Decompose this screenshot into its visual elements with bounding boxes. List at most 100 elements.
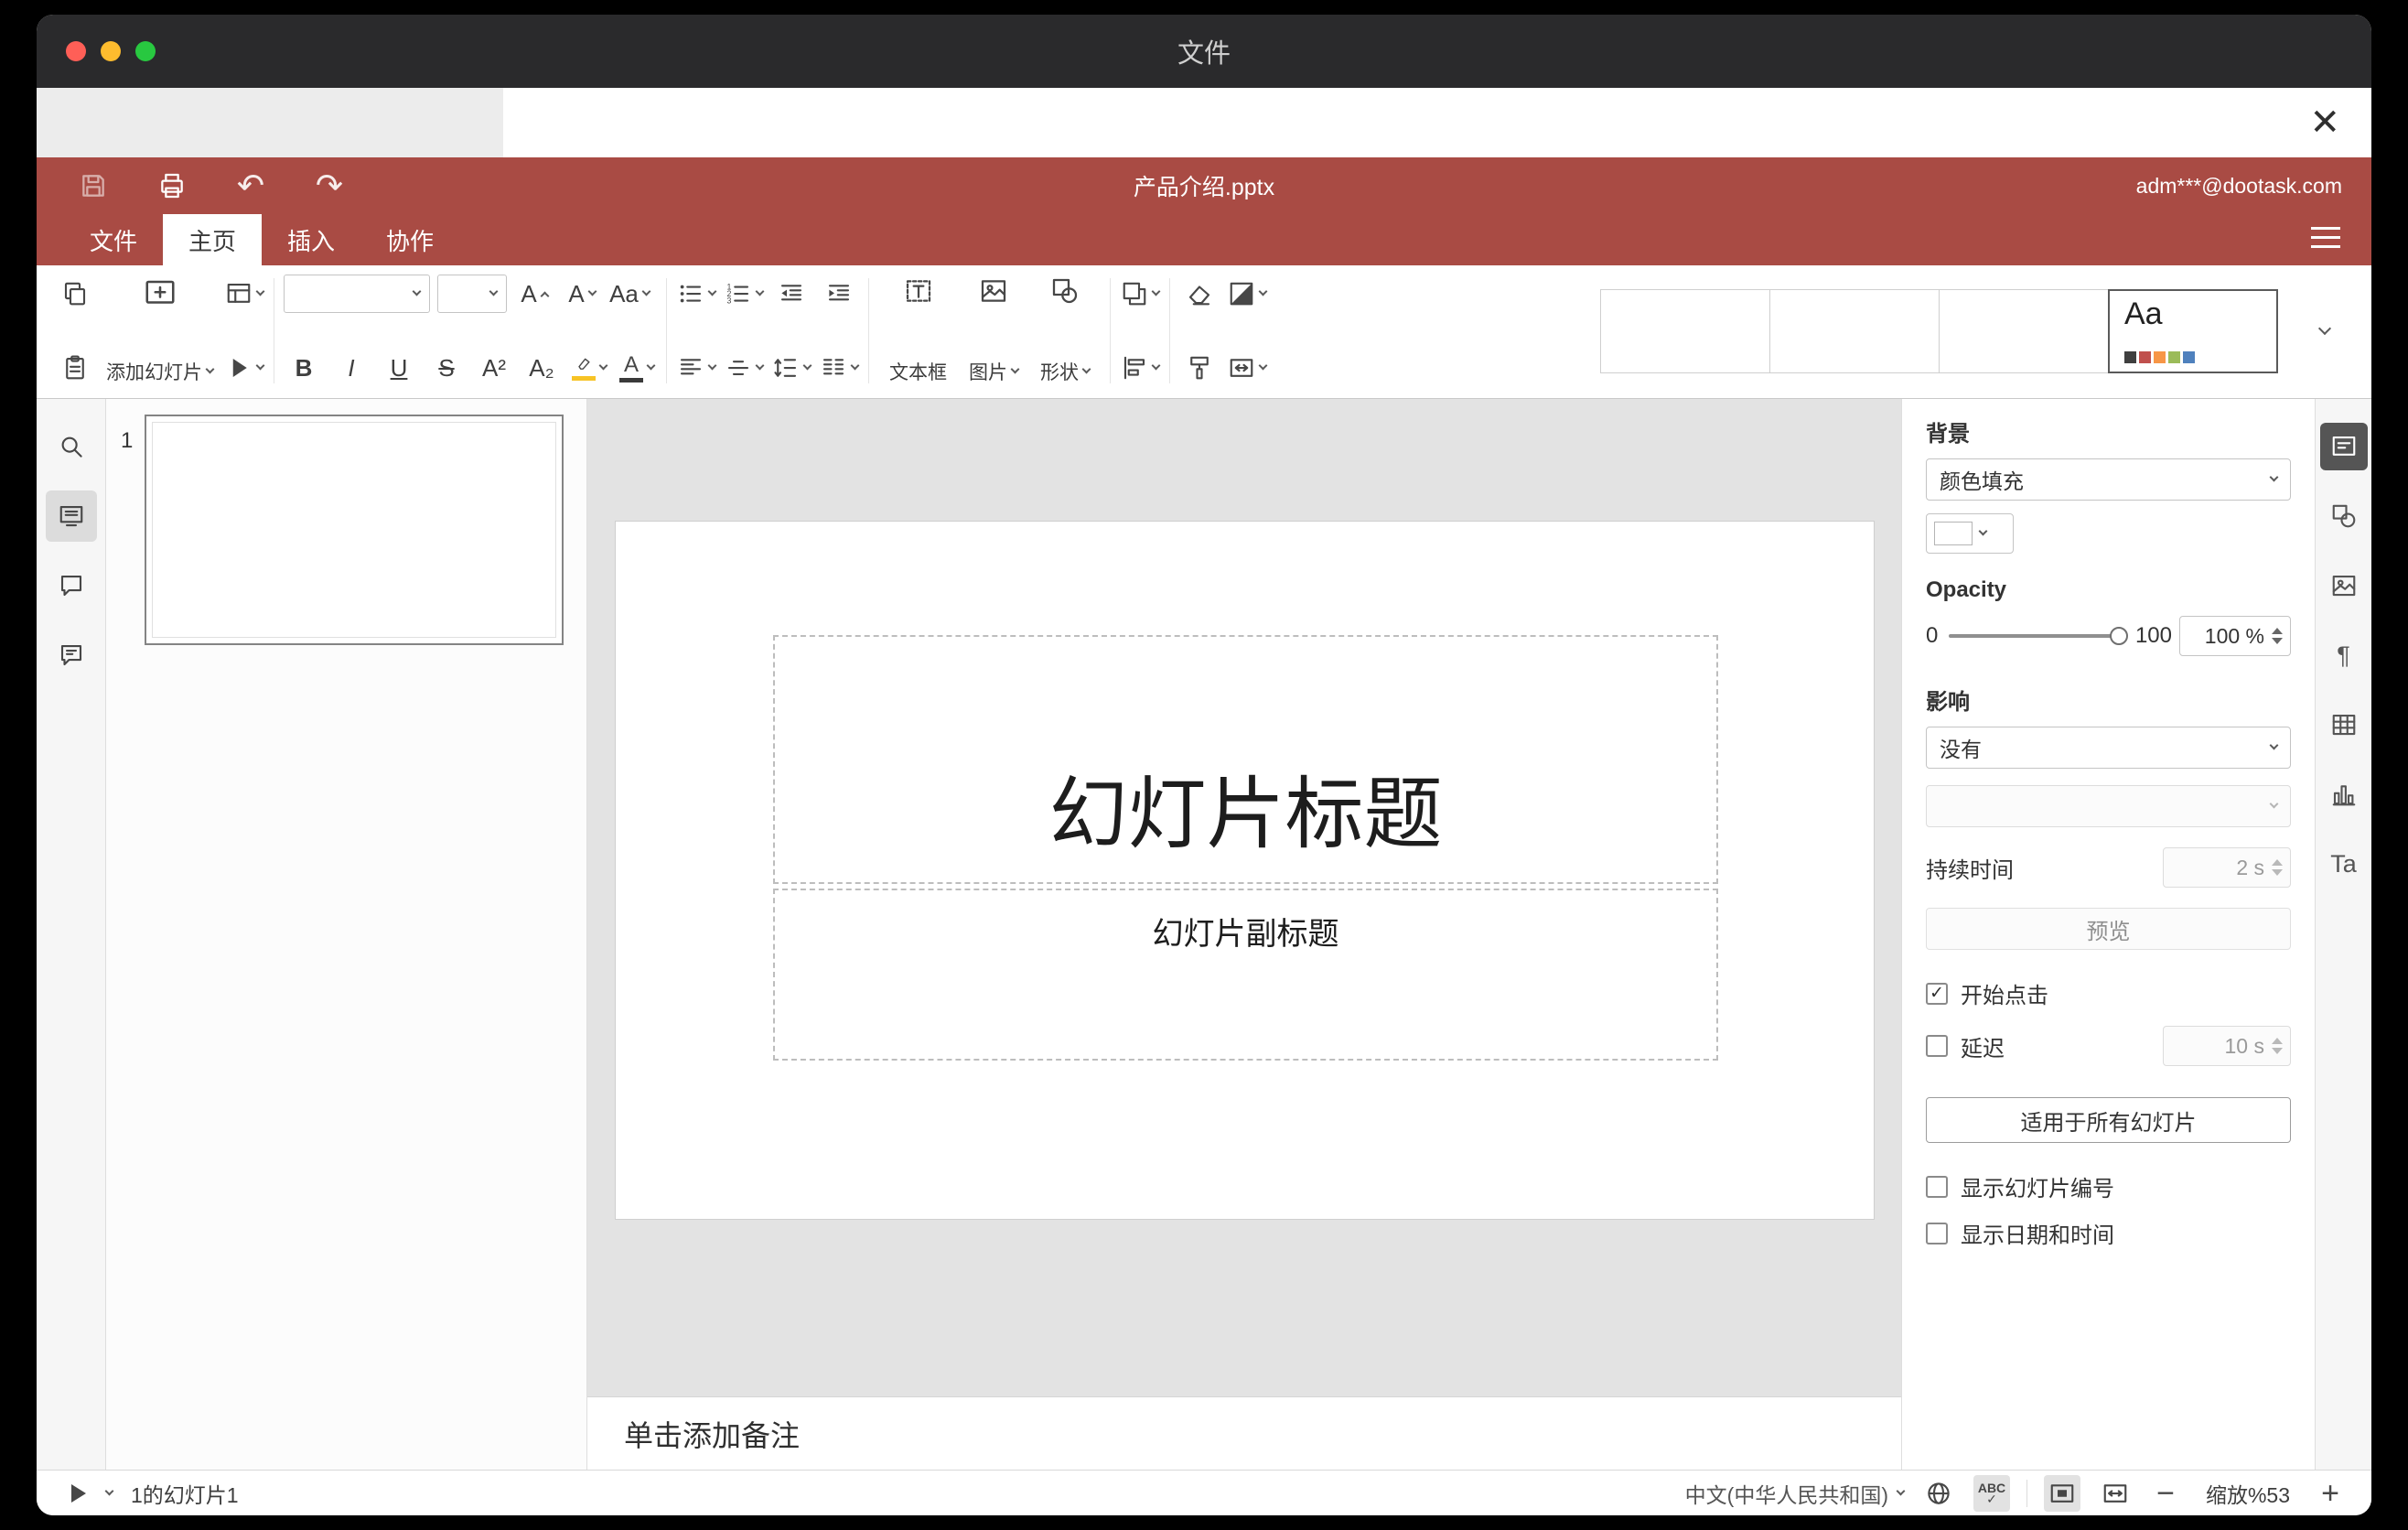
strikethrough-button[interactable]: S	[426, 347, 467, 389]
start-on-click-checkbox[interactable]: ✓	[1926, 982, 1948, 1005]
columns-button[interactable]	[819, 347, 860, 389]
shape-fill-button[interactable]	[1227, 273, 1268, 315]
close-dialog-button[interactable]: ✕	[2309, 104, 2340, 141]
align-shape-button[interactable]	[1120, 347, 1161, 389]
slide-thumbnails-button[interactable]	[45, 490, 97, 542]
table-settings-button[interactable]	[2320, 701, 2368, 749]
decrease-font-button[interactable]: A	[562, 273, 602, 315]
font-name-select[interactable]	[284, 275, 430, 313]
start-preview-button[interactable]	[62, 1475, 95, 1512]
chevron-down-icon[interactable]	[104, 1486, 114, 1495]
numbered-list-button[interactable]: 123	[724, 273, 765, 315]
increase-indent-button[interactable]	[819, 273, 859, 315]
tab-home[interactable]: 主页	[163, 214, 263, 265]
highlight-color-button[interactable]	[569, 347, 609, 389]
start-slideshow-button[interactable]	[224, 347, 265, 389]
textart-settings-button[interactable]: Ta	[2320, 840, 2368, 888]
italic-button[interactable]: I	[331, 347, 371, 389]
bullet-list-button[interactable]	[676, 273, 717, 315]
user-email: adm***@dootask.com	[2135, 173, 2342, 198]
slide-settings-icon	[2332, 436, 2355, 456]
insert-image-button[interactable]: 图片	[958, 273, 1029, 389]
fit-to-slide-button[interactable]	[2044, 1474, 2080, 1512]
comments-button[interactable]	[46, 560, 97, 611]
chat-button[interactable]	[46, 630, 97, 681]
slide-settings-button[interactable]	[2319, 423, 2368, 470]
underline-button[interactable]: U	[379, 347, 419, 389]
font-size-select[interactable]	[437, 275, 507, 313]
opacity-input[interactable]: 100 %	[2179, 616, 2291, 656]
notes-area[interactable]: 单击添加备注	[587, 1396, 1901, 1470]
change-case-button[interactable]: Aa	[609, 273, 651, 315]
document-language-button[interactable]	[1920, 1475, 1957, 1512]
spinner-down-icon[interactable]	[2272, 638, 2283, 644]
bold-button[interactable]: B	[284, 347, 324, 389]
tab-file[interactable]: 文件	[64, 214, 163, 265]
spellcheck-button[interactable]: ABC ✓	[1973, 1474, 2010, 1512]
shape-settings-button[interactable]	[2320, 492, 2368, 540]
tab-collaboration[interactable]: 协作	[360, 214, 459, 265]
language-select[interactable]: 中文(中华人民共和国)	[1685, 1478, 1906, 1509]
chevron-down-icon	[1258, 361, 1268, 371]
spinner-up-icon[interactable]	[2272, 628, 2283, 634]
subscript-button[interactable]: A₂	[521, 347, 562, 389]
image-settings-button[interactable]	[2320, 562, 2368, 609]
show-slide-number-checkbox[interactable]	[1926, 1175, 1948, 1198]
preview-button[interactable]: 预览	[1926, 908, 2291, 950]
status-bar: 1的幻灯片1 中文(中华人民共和国) ABC ✓ − 缩放%53 +	[37, 1470, 2371, 1515]
search-button[interactable]	[46, 421, 97, 472]
superscript-button[interactable]: A²	[474, 347, 514, 389]
effect-variant-select[interactable]	[1926, 785, 2291, 827]
add-slide-button[interactable]: 添加幻灯片	[95, 273, 224, 389]
spinner-arrows[interactable]	[2272, 1038, 2283, 1054]
spinner-arrows[interactable]	[2272, 628, 2283, 644]
copy-style-button[interactable]	[1179, 347, 1220, 389]
chart-settings-button[interactable]	[2320, 770, 2368, 818]
slide-thumbnail-preview	[152, 422, 556, 638]
theme-option-2[interactable]	[1769, 288, 1940, 373]
increase-font-button[interactable]: A	[514, 273, 554, 315]
font-color-button[interactable]: A	[617, 347, 657, 389]
decrease-indent-button[interactable]	[771, 273, 812, 315]
vertical-align-button[interactable]	[724, 347, 765, 389]
arrange-shape-button[interactable]	[1120, 273, 1161, 315]
fit-to-width-button[interactable]	[2097, 1475, 2134, 1512]
clear-style-button[interactable]	[1179, 273, 1220, 315]
line-spacing-button[interactable]	[771, 347, 812, 389]
effect-select[interactable]: 没有	[1926, 727, 2291, 769]
chevron-down-icon	[850, 361, 860, 371]
background-fill-select[interactable]: 颜色填充	[1926, 458, 2291, 501]
opacity-slider[interactable]	[1949, 627, 2128, 645]
fit-width-icon	[2103, 1483, 2127, 1503]
opacity-slider-knob[interactable]	[2109, 627, 2128, 645]
subtitle-placeholder[interactable]: 幻灯片副标题	[773, 889, 1718, 1061]
insert-shape-button[interactable]: 形状	[1029, 273, 1101, 389]
paragraph-settings-button[interactable]: ¶	[2320, 631, 2368, 679]
zoom-out-button[interactable]: −	[2150, 1478, 2181, 1509]
theme-option-selected[interactable]: Aa	[2108, 288, 2278, 373]
theme-option-1[interactable]	[1600, 288, 1770, 373]
slide-thumbnail[interactable]	[145, 415, 564, 645]
show-date-time-checkbox[interactable]	[1926, 1222, 1948, 1244]
spinner-arrows[interactable]	[2272, 859, 2283, 876]
delay-input[interactable]: 10 s	[2163, 1026, 2291, 1066]
paste-button[interactable]	[55, 347, 95, 389]
tab-insert[interactable]: 插入	[262, 214, 360, 265]
chevron-down-icon	[1978, 526, 1988, 536]
background-color-select[interactable]	[1926, 513, 2014, 554]
slide-size-button[interactable]	[1227, 347, 1268, 389]
slide[interactable]: 幻灯片标题 幻灯片副标题	[615, 521, 1875, 1220]
header-menu-button[interactable]	[2311, 227, 2340, 248]
chevron-up-icon	[540, 291, 550, 301]
copy-button[interactable]	[55, 273, 95, 315]
theme-option-3[interactable]	[1939, 288, 2109, 373]
theme-gallery-expand-button[interactable]	[2302, 289, 2348, 373]
horizontal-align-button[interactable]	[676, 347, 717, 389]
title-placeholder[interactable]: 幻灯片标题	[773, 635, 1718, 884]
duration-input[interactable]: 2 s	[2163, 847, 2291, 888]
apply-to-all-slides-button[interactable]: 适用于所有幻灯片	[1926, 1097, 2291, 1143]
zoom-in-button[interactable]: +	[2315, 1478, 2346, 1509]
insert-textbox-button[interactable]: 文本框	[878, 273, 958, 389]
slide-layout-button[interactable]	[224, 273, 265, 315]
delay-checkbox[interactable]	[1926, 1035, 1948, 1057]
